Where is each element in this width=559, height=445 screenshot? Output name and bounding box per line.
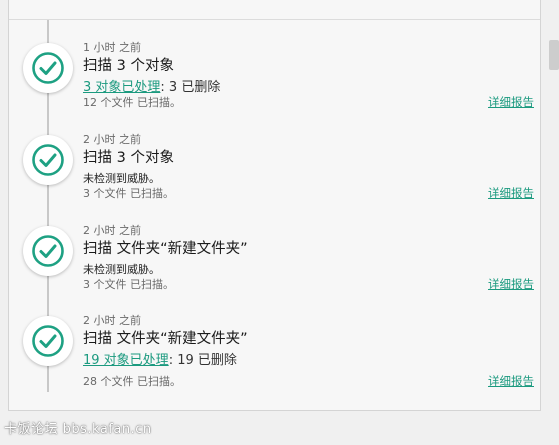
detailed-report-link[interactable]: 详细报告 bbox=[488, 185, 534, 201]
detailed-report-link[interactable]: 详细报告 bbox=[488, 276, 534, 292]
processed-objects-link[interactable]: 19 对象已处理 bbox=[83, 353, 169, 368]
processed-objects-link[interactable]: 3 对象已处理 bbox=[83, 80, 160, 95]
entry-status: 未检测到威胁。 bbox=[83, 172, 160, 185]
entry-time: 2 小时 之前 bbox=[83, 314, 141, 327]
entry-result: 19 对象已处理: 19 已删除 bbox=[83, 349, 237, 368]
entry-result: 3 对象已处理: 3 已删除 bbox=[83, 76, 220, 95]
files-scanned: 12 个文件 已扫描。 bbox=[83, 96, 181, 109]
entry-time: 2 小时 之前 bbox=[83, 224, 141, 237]
deleted-count: : 19 已删除 bbox=[168, 353, 237, 368]
entry-status: 未检测到威胁。 bbox=[83, 263, 160, 276]
scan-history-panel: 1 小时 之前 扫描 3 个对象 3 对象已处理: 3 已删除 12 个文件 已… bbox=[8, 0, 541, 411]
header-divider bbox=[9, 19, 540, 20]
check-circle-icon bbox=[23, 135, 73, 185]
vertical-scrollbar[interactable] bbox=[549, 0, 559, 445]
entry-time: 2 小时 之前 bbox=[83, 133, 141, 146]
check-circle-icon bbox=[23, 226, 73, 276]
watermark-text: 卡饭论坛 bbs.kafan.cn bbox=[4, 422, 152, 437]
entry-title: 扫描 3 个对象 bbox=[83, 58, 174, 74]
entry-title: 扫描 文件夹“新建文件夹” bbox=[83, 331, 248, 347]
deleted-count: : 3 已删除 bbox=[160, 80, 221, 95]
detailed-report-link[interactable]: 详细报告 bbox=[488, 373, 534, 389]
entry-title: 扫描 文件夹“新建文件夹” bbox=[83, 241, 248, 257]
detailed-report-link[interactable]: 详细报告 bbox=[488, 94, 534, 110]
check-circle-icon bbox=[23, 43, 73, 93]
files-scanned: 28 个文件 已扫描。 bbox=[83, 375, 181, 388]
entry-time: 1 小时 之前 bbox=[83, 41, 141, 54]
entry-title: 扫描 3 个对象 bbox=[83, 150, 174, 166]
history-entry: 2 小时 之前 扫描 文件夹“新建文件夹” 未检测到威胁。 3 个文件 已扫描。… bbox=[9, 224, 540, 316]
files-scanned: 3 个文件 已扫描。 bbox=[83, 187, 174, 200]
history-entry: 2 小时 之前 扫描 文件夹“新建文件夹” 19 对象已处理: 19 已删除 2… bbox=[9, 314, 540, 406]
history-entry: 2 小时 之前 扫描 3 个对象 未检测到威胁。 3 个文件 已扫描。 详细报告 bbox=[9, 133, 540, 225]
history-entry: 1 小时 之前 扫描 3 个对象 3 对象已处理: 3 已删除 12 个文件 已… bbox=[9, 41, 540, 133]
check-circle-icon bbox=[23, 316, 73, 366]
scrollbar-thumb[interactable] bbox=[549, 40, 559, 70]
files-scanned: 3 个文件 已扫描。 bbox=[83, 278, 174, 291]
